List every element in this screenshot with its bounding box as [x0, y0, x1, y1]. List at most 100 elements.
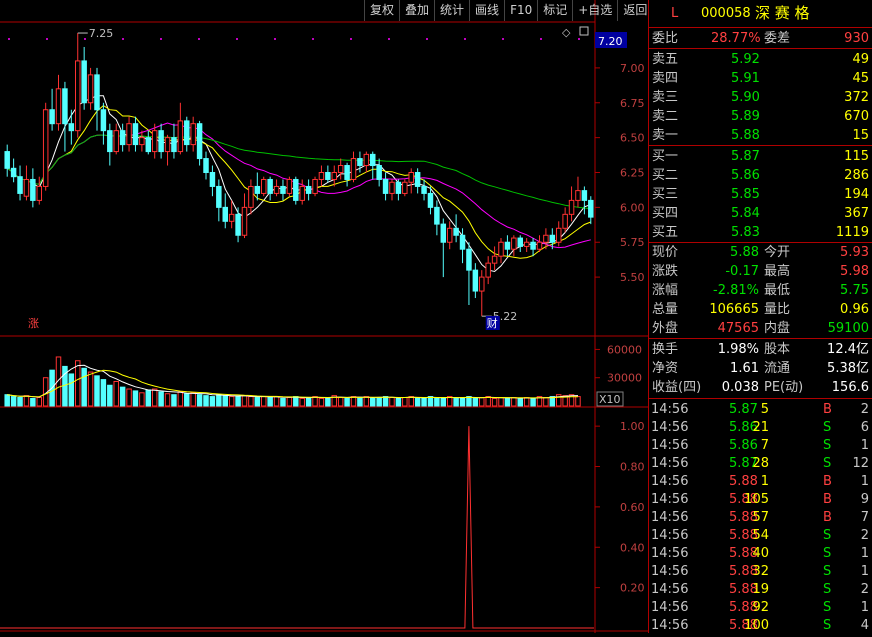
candle-body: [87, 74, 94, 104]
toolbar-button-3[interactable]: 画线: [469, 0, 504, 21]
quote-row: 总量 106665 量比 0.96: [649, 300, 872, 319]
tick-volume: 57: [752, 510, 769, 525]
volume-bar: [260, 396, 267, 407]
candle-body: [17, 176, 23, 194]
candle-body: [472, 269, 479, 292]
tick-row: 14:56 5.86 7 S 1: [649, 436, 872, 455]
toolbar-button-5[interactable]: 标记: [537, 0, 572, 21]
candle-body: [568, 199, 575, 215]
toolbar-button-4[interactable]: F10: [504, 0, 537, 21]
quote-row: 外盘 47565 内盘 59100: [649, 319, 872, 338]
tick-count: 2: [860, 528, 869, 543]
volume-bar: [119, 386, 126, 407]
candle-body: [549, 234, 556, 243]
volume-bar: [151, 388, 158, 407]
chart-canvas[interactable]: 7.006.756.506.256.005.755.507.20◇7.255.2…: [0, 0, 648, 633]
price-tick-label: 6.00: [620, 201, 645, 214]
volume-bar: [382, 396, 389, 407]
quote-label: 总量: [652, 302, 679, 317]
volume-bar: [376, 397, 382, 407]
bid-row: 买二 5.86 286: [649, 166, 872, 185]
volume-bar: [222, 395, 228, 407]
volume-bar: [87, 371, 94, 407]
tick-side: S: [823, 564, 832, 579]
candle-body: [479, 276, 485, 292]
toolbar-button-0[interactable]: 复权: [364, 0, 399, 21]
dot-marker: [388, 38, 390, 40]
candle-body: [408, 172, 414, 183]
volume-bar: [68, 373, 75, 407]
candle-body: [363, 153, 370, 167]
dot-marker: [84, 38, 86, 40]
toolbar-button-1[interactable]: 叠加: [399, 0, 434, 21]
bid-label: 买三: [652, 187, 679, 202]
volume-bar: [312, 396, 318, 407]
volume-bar: [75, 360, 81, 407]
volume-bar: [81, 367, 87, 407]
volume-bar: [145, 389, 152, 407]
tick-row: 14:56 5.88 1 B 1: [649, 472, 872, 491]
tick-side: S: [823, 546, 832, 561]
volume-bar: [440, 397, 447, 407]
tick-side: S: [823, 618, 832, 633]
candle-body: [344, 165, 350, 180]
label: 委比: [652, 31, 679, 46]
dot-marker: [198, 38, 200, 40]
tick-side: B: [823, 474, 832, 489]
volume-bar: [190, 392, 196, 407]
candle-body: [370, 153, 376, 167]
candle-body: [325, 172, 331, 180]
candle-body: [100, 109, 107, 132]
bid-price: 5.84: [731, 206, 760, 221]
quote-row: 涨跌 -0.17 最高 5.98: [649, 262, 872, 281]
candle-body: [530, 241, 536, 250]
candle-body: [376, 165, 382, 180]
tick-time: 14:56: [651, 492, 689, 507]
candle-body: [459, 234, 466, 250]
window-icon: [579, 26, 589, 36]
quote-label: 涨幅: [652, 283, 679, 298]
volume-bar: [517, 397, 523, 407]
volume-bar: [241, 395, 248, 407]
tick-count: 1: [860, 546, 869, 561]
volume-bar: [30, 397, 36, 407]
candle-body: [184, 120, 190, 146]
tick-row: 14:56 5.88 32 S 1: [649, 562, 872, 581]
volume-bar: [472, 397, 479, 407]
volume-bar: [402, 397, 408, 407]
volume-bar: [132, 390, 139, 407]
bid-price: 5.87: [731, 149, 760, 164]
price-tick-label: 7.00: [620, 62, 645, 75]
candle-body: [446, 227, 453, 243]
volume-bar: [318, 397, 325, 407]
candle-body: [190, 123, 196, 146]
tick-volume: 40: [752, 546, 769, 561]
volume-bar: [23, 395, 30, 407]
candle-body: [171, 137, 177, 153]
ask-volume: 49: [852, 52, 869, 67]
candle-body: [299, 185, 305, 201]
dot-marker: [426, 38, 428, 40]
tick-count: 2: [860, 402, 869, 417]
bid-label: 买五: [652, 225, 679, 240]
toolbar-button-2[interactable]: 统计: [434, 0, 469, 21]
volume-bar: [94, 375, 100, 407]
toolbar-button-6[interactable]: +自选: [572, 0, 617, 21]
tick-count: 1: [860, 474, 869, 489]
indicator-tick-label: 0.60: [620, 501, 645, 514]
price-tick-label: 5.50: [620, 271, 645, 284]
dot-marker: [464, 38, 466, 40]
volume-bar: [485, 396, 491, 407]
chart-area[interactable]: 7.00 6.75 6.50 6.25 6.00 5.75 5.50 7.20 ◇ 7.25 5.2…: [0, 0, 648, 633]
candle-body: [248, 185, 254, 208]
tick-time: 14:56: [651, 510, 689, 525]
candle-body: [395, 181, 402, 194]
bid-price: 5.83: [731, 225, 760, 240]
candle-body: [196, 123, 203, 160]
candle-body: [81, 60, 87, 104]
volume-bar: [459, 397, 466, 407]
ask-label: 卖五: [652, 52, 679, 67]
volume-bar: [293, 396, 299, 407]
tick-count: 1: [860, 438, 869, 453]
stats-row: 换手 1.98% 股本 12.4亿: [649, 340, 872, 359]
